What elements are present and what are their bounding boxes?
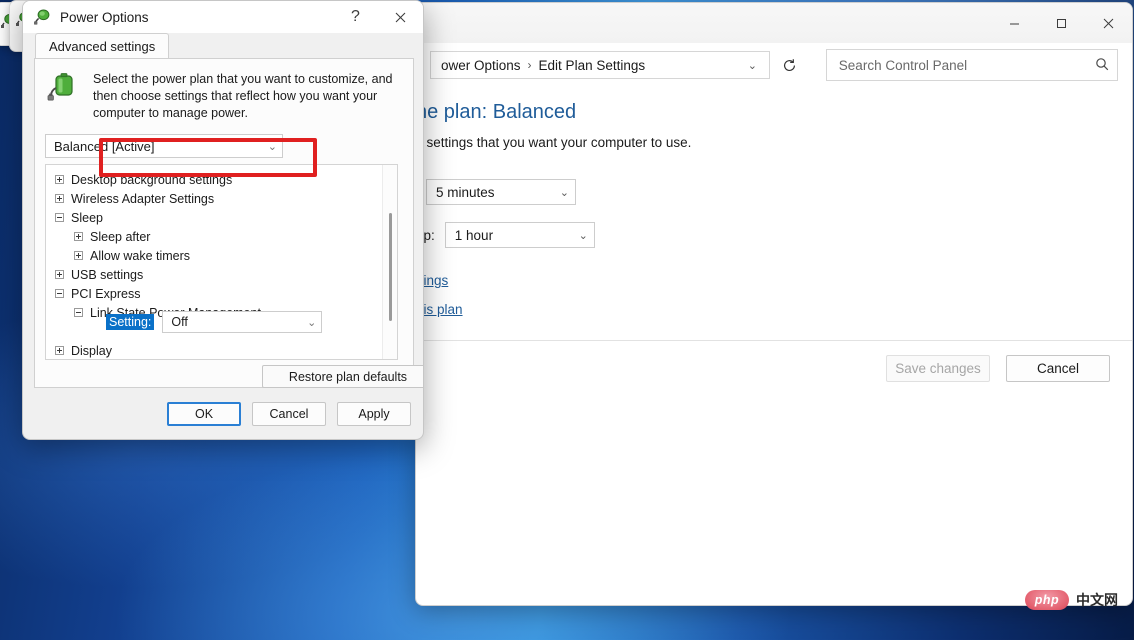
dialog-tabstrip: Advanced settings [23,33,423,58]
tree-item-display[interactable]: Display [46,341,382,359]
expander-plus-icon[interactable] [55,270,64,279]
expander-plus-icon[interactable] [74,232,83,241]
power-options-dialog: Power Options ? Advanced settings Select… [22,0,424,440]
search-input[interactable]: Search Control Panel [825,49,1118,81]
tree-item-label: Allow wake timers [90,248,191,263]
breadcrumb[interactable]: ower Options › Edit Plan Settings ⌄ [430,51,770,79]
maximize-button[interactable] [1038,3,1085,43]
watermark: php 中文网 [1025,590,1118,610]
close-icon [395,12,406,22]
chevron-down-icon: ⌄ [578,229,588,242]
chevron-down-icon[interactable]: ⌄ [742,59,763,72]
screen: ower Options › Edit Plan Settings ⌄ Sear… [0,0,1134,640]
expander-plus-icon[interactable] [55,194,64,203]
control-panel-navbar: ower Options › Edit Plan Settings ⌄ Sear… [416,43,1132,87]
save-changes-button[interactable]: Save changes [886,355,990,382]
page-title: ne plan: Balanced [416,101,577,123]
tree-item-allow-wake-timers[interactable]: Allow wake timers [46,246,382,265]
tree-item-label: Sleep [71,210,103,225]
control-panel-titlebar [416,3,1132,43]
tree-item-label: Desktop background settings [71,172,233,187]
tree-item-sleep-after[interactable]: Sleep after [46,227,382,246]
pane-description: Select the power plan that you want to c… [93,72,393,120]
expander-plus-icon[interactable] [55,346,64,355]
tab-advanced-settings[interactable]: Advanced settings [35,33,170,58]
power-plug-icon [34,9,50,25]
cancel-button[interactable]: Cancel [1006,355,1110,382]
tree-scrollbar-thumb[interactable] [389,213,392,321]
tree-item-label: Sleep after [90,229,151,244]
chevron-down-icon: ⌄ [307,316,317,329]
cancel-button[interactable]: Cancel [252,402,326,426]
sleep-timeout-select[interactable]: 1 hour ⌄ [444,222,595,248]
dialog-window-controls: ? [333,1,423,33]
link-state-setting-value: Off [171,315,188,329]
sleep-timeout-value: 1 hour [454,227,494,243]
search-icon [1095,57,1109,74]
battery-plug-icon [47,73,73,101]
search-placeholder: Search Control Panel [838,57,968,73]
tree-item-label: PCI Express [71,286,141,301]
tree-item-desktop-background-settings[interactable]: Desktop background settings [46,170,382,189]
close-button[interactable] [378,1,423,33]
dialog-title: Power Options [60,9,149,25]
link-state-setting-row: Setting: Off ⌄ [106,311,323,333]
tree-item-label: USB settings [71,267,144,282]
setting-row-put-computer-to-sleep: ep: 1 hour ⌄ [416,222,595,248]
expander-minus-icon[interactable] [74,308,83,317]
expander-plus-icon[interactable] [74,251,83,260]
expander-minus-icon[interactable] [55,289,64,298]
close-icon [1103,18,1114,28]
minimize-icon [1010,23,1019,24]
tree-item-usb-settings[interactable]: USB settings [46,265,382,284]
help-button[interactable]: ? [333,1,378,33]
setting-label: Setting: [106,314,155,330]
dialog-titlebar: Power Options ? [23,1,423,33]
minimize-button[interactable] [991,3,1038,43]
watermark-text: 中文网 [1076,592,1118,608]
tree-item-label: Display [71,343,112,358]
tree-item-wireless-adapter-settings[interactable]: Wireless Adapter Settings [46,189,382,208]
tree-item-sleep[interactable]: Sleep [46,208,382,227]
breadcrumb-separator: › [527,58,532,72]
watermark-badge: php [1025,590,1069,610]
link-state-setting-select[interactable]: Off ⌄ [162,311,323,333]
ok-button[interactable]: OK [167,402,241,426]
control-panel-actions: Save changes Cancel [886,355,1110,382]
control-panel-window: ower Options › Edit Plan Settings ⌄ Sear… [415,2,1133,606]
power-plan-select[interactable]: Balanced [Active] ⌄ [45,134,283,158]
tree-item-label: Wireless Adapter Settings [71,191,215,206]
tree-scrollbar[interactable] [382,165,397,359]
content-divider [416,340,1132,341]
refresh-button[interactable] [778,51,802,79]
expander-minus-icon[interactable] [55,213,64,222]
close-button[interactable] [1085,3,1132,43]
setting-row-turn-off-display: 5 minutes ⌄ [416,179,576,205]
chevron-down-icon: ⌄ [559,186,569,199]
breadcrumb-item-edit-plan-settings[interactable]: Edit Plan Settings [539,58,646,73]
chevron-down-icon: ⌄ [267,140,277,153]
breadcrumb-item-power-options[interactable]: ower Options [441,58,521,73]
maximize-icon [1057,18,1066,28]
advanced-settings-tree[interactable]: Desktop background settings Wireless Ada… [45,164,398,360]
display-timeout-select[interactable]: 5 minutes ⌄ [426,179,576,205]
display-timeout-value: 5 minutes [436,184,495,200]
apply-button[interactable]: Apply [337,402,411,426]
control-panel-window-controls [991,3,1132,43]
tree-item-pci-express[interactable]: PCI Express [46,284,382,303]
advanced-settings-pane: Select the power plan that you want to c… [34,58,423,388]
power-plan-value: Balanced [Active] [54,138,155,154]
expander-plus-icon[interactable] [55,175,64,184]
pane-description-block: Select the power plan that you want to c… [35,59,413,122]
dialog-footer: OK Cancel Apply [23,389,423,439]
refresh-icon [784,58,796,71]
restore-plan-defaults-button[interactable]: Restore plan defaults [262,365,423,388]
control-panel-content: ne plan: Balanced y settings that you wa… [416,87,1132,605]
page-subtitle: y settings that you want your computer t… [416,135,692,150]
